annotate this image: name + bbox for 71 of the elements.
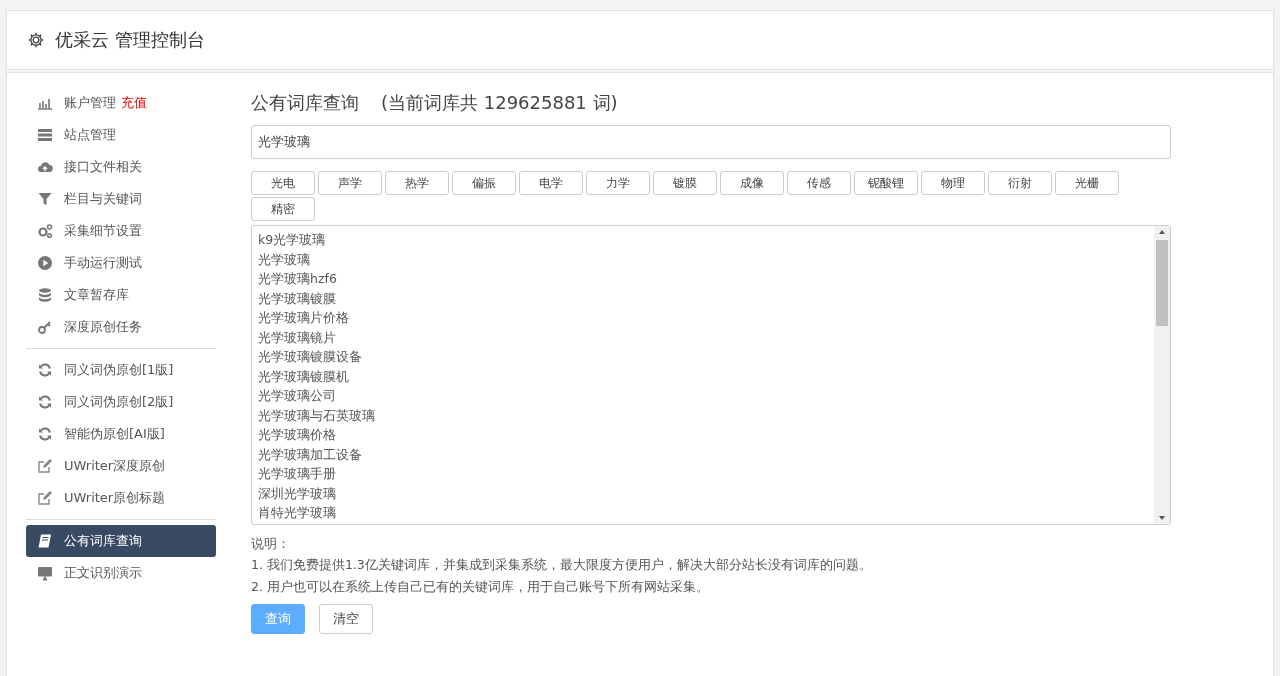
result-item[interactable]: 光学玻璃镀膜 (258, 288, 1148, 308)
scroll-down-icon (1159, 516, 1165, 520)
result-item[interactable]: 肖特光学玻璃 (258, 503, 1148, 523)
sidebar-item[interactable]: 深度原创任务 (26, 311, 216, 343)
play-icon (37, 255, 53, 271)
section-title: 公有词库查询 (251, 91, 359, 115)
sidebar-item[interactable]: 公有词库查询 (26, 525, 216, 557)
tag-button[interactable]: 光栅 (1055, 171, 1119, 195)
tag-button[interactable]: 偏振 (452, 171, 516, 195)
tag-button[interactable]: 电学 (519, 171, 583, 195)
sidebar-item[interactable]: 同义词伪原创[1版] (26, 354, 216, 386)
tag-button[interactable]: 力学 (586, 171, 650, 195)
gears-icon (37, 223, 53, 239)
result-item[interactable]: 光学玻璃加工设备 (258, 444, 1148, 464)
sidebar-item[interactable]: 栏目与关键词 (26, 183, 216, 215)
refresh-icon (37, 362, 53, 378)
word-count: (当前词库共 129625881 词) (381, 91, 618, 115)
result-item[interactable]: k9光学玻璃 (258, 230, 1148, 250)
server-icon (37, 127, 53, 143)
sidebar-item[interactable]: 接口文件相关 (26, 151, 216, 183)
refresh-icon (37, 426, 53, 442)
edit-icon (37, 458, 53, 474)
scroll-thumb[interactable] (1156, 240, 1168, 326)
search-field[interactable]: 光学玻璃 (251, 125, 1171, 159)
page-title: 优采云 管理控制台 (55, 28, 205, 52)
scroll-up-icon (1159, 230, 1165, 234)
monitor-icon (37, 565, 53, 581)
note-text: 2. 用户也可以在系统上传自己已有的关键词库，用于自己账号下所有网站采集。 (251, 578, 709, 596)
tag-button[interactable]: 成像 (720, 171, 784, 195)
tag-button[interactable]: 光电 (251, 171, 315, 195)
result-item[interactable]: 光学玻璃 (258, 249, 1148, 269)
edit-icon (37, 490, 53, 506)
tag-button[interactable]: 铌酸锂 (854, 171, 918, 195)
sidebar-item[interactable]: 正文识别演示 (26, 557, 216, 589)
sidebar-item[interactable]: 智能伪原创[AI版] (26, 418, 216, 450)
sidebar-item[interactable]: UWriter原创标题 (26, 482, 216, 514)
clear-button[interactable]: 清空 (319, 604, 373, 634)
result-item[interactable]: 深圳光学玻璃 (258, 483, 1148, 503)
database-icon (37, 287, 53, 303)
tag-button[interactable]: 声学 (318, 171, 382, 195)
sidebar-item[interactable]: 采集细节设置 (26, 215, 216, 247)
tag-button[interactable]: 物理 (921, 171, 985, 195)
tag-button[interactable]: 热学 (385, 171, 449, 195)
tag-button[interactable]: 传感 (787, 171, 851, 195)
result-item[interactable]: 光学玻璃镀膜设备 (258, 347, 1148, 367)
sidebar-item[interactable]: 站点管理 (26, 119, 216, 151)
cloud-upload-icon (37, 159, 53, 175)
sidebar-item[interactable]: UWriter深度原创 (26, 450, 216, 482)
result-item[interactable]: 光学玻璃手册 (258, 464, 1148, 484)
settings-icon (27, 31, 45, 49)
sidebar-item[interactable]: 文章暂存库 (26, 279, 216, 311)
key-icon (37, 319, 53, 335)
notes-heading: 说明： (251, 535, 290, 553)
note-text: 1. 我们免费提供1.3亿关键词库，并集成到采集系统，最大限度方便用户，解决大部分站长没有词库的问题。 (251, 556, 872, 574)
result-item[interactable]: 光学玻璃镜片 (258, 327, 1148, 347)
result-item[interactable]: 光学玻璃hzf6 (258, 269, 1148, 289)
result-item[interactable]: 光学玻璃公司 (258, 386, 1148, 406)
book-icon (37, 533, 53, 549)
result-item[interactable]: 光学玻璃片价格 (258, 308, 1148, 328)
tag-button[interactable]: 精密 (251, 197, 315, 221)
refresh-icon (37, 394, 53, 410)
sidebar-item[interactable]: 手动运行测试 (26, 247, 216, 279)
tag-button[interactable]: 衍射 (988, 171, 1052, 195)
result-item[interactable]: 光学玻璃与石英玻璃 (258, 405, 1148, 425)
filter-icon (37, 191, 53, 207)
result-item[interactable]: 光学玻璃价格 (258, 425, 1148, 445)
result-item[interactable]: 光学玻璃镀膜机 (258, 366, 1148, 386)
sidebar-item[interactable]: 账户管理 充值 (26, 87, 216, 119)
tag-button[interactable]: 镀膜 (653, 171, 717, 195)
recharge-link[interactable]: 充值 (121, 94, 147, 112)
sidebar-item[interactable]: 同义词伪原创[2版] (26, 386, 216, 418)
